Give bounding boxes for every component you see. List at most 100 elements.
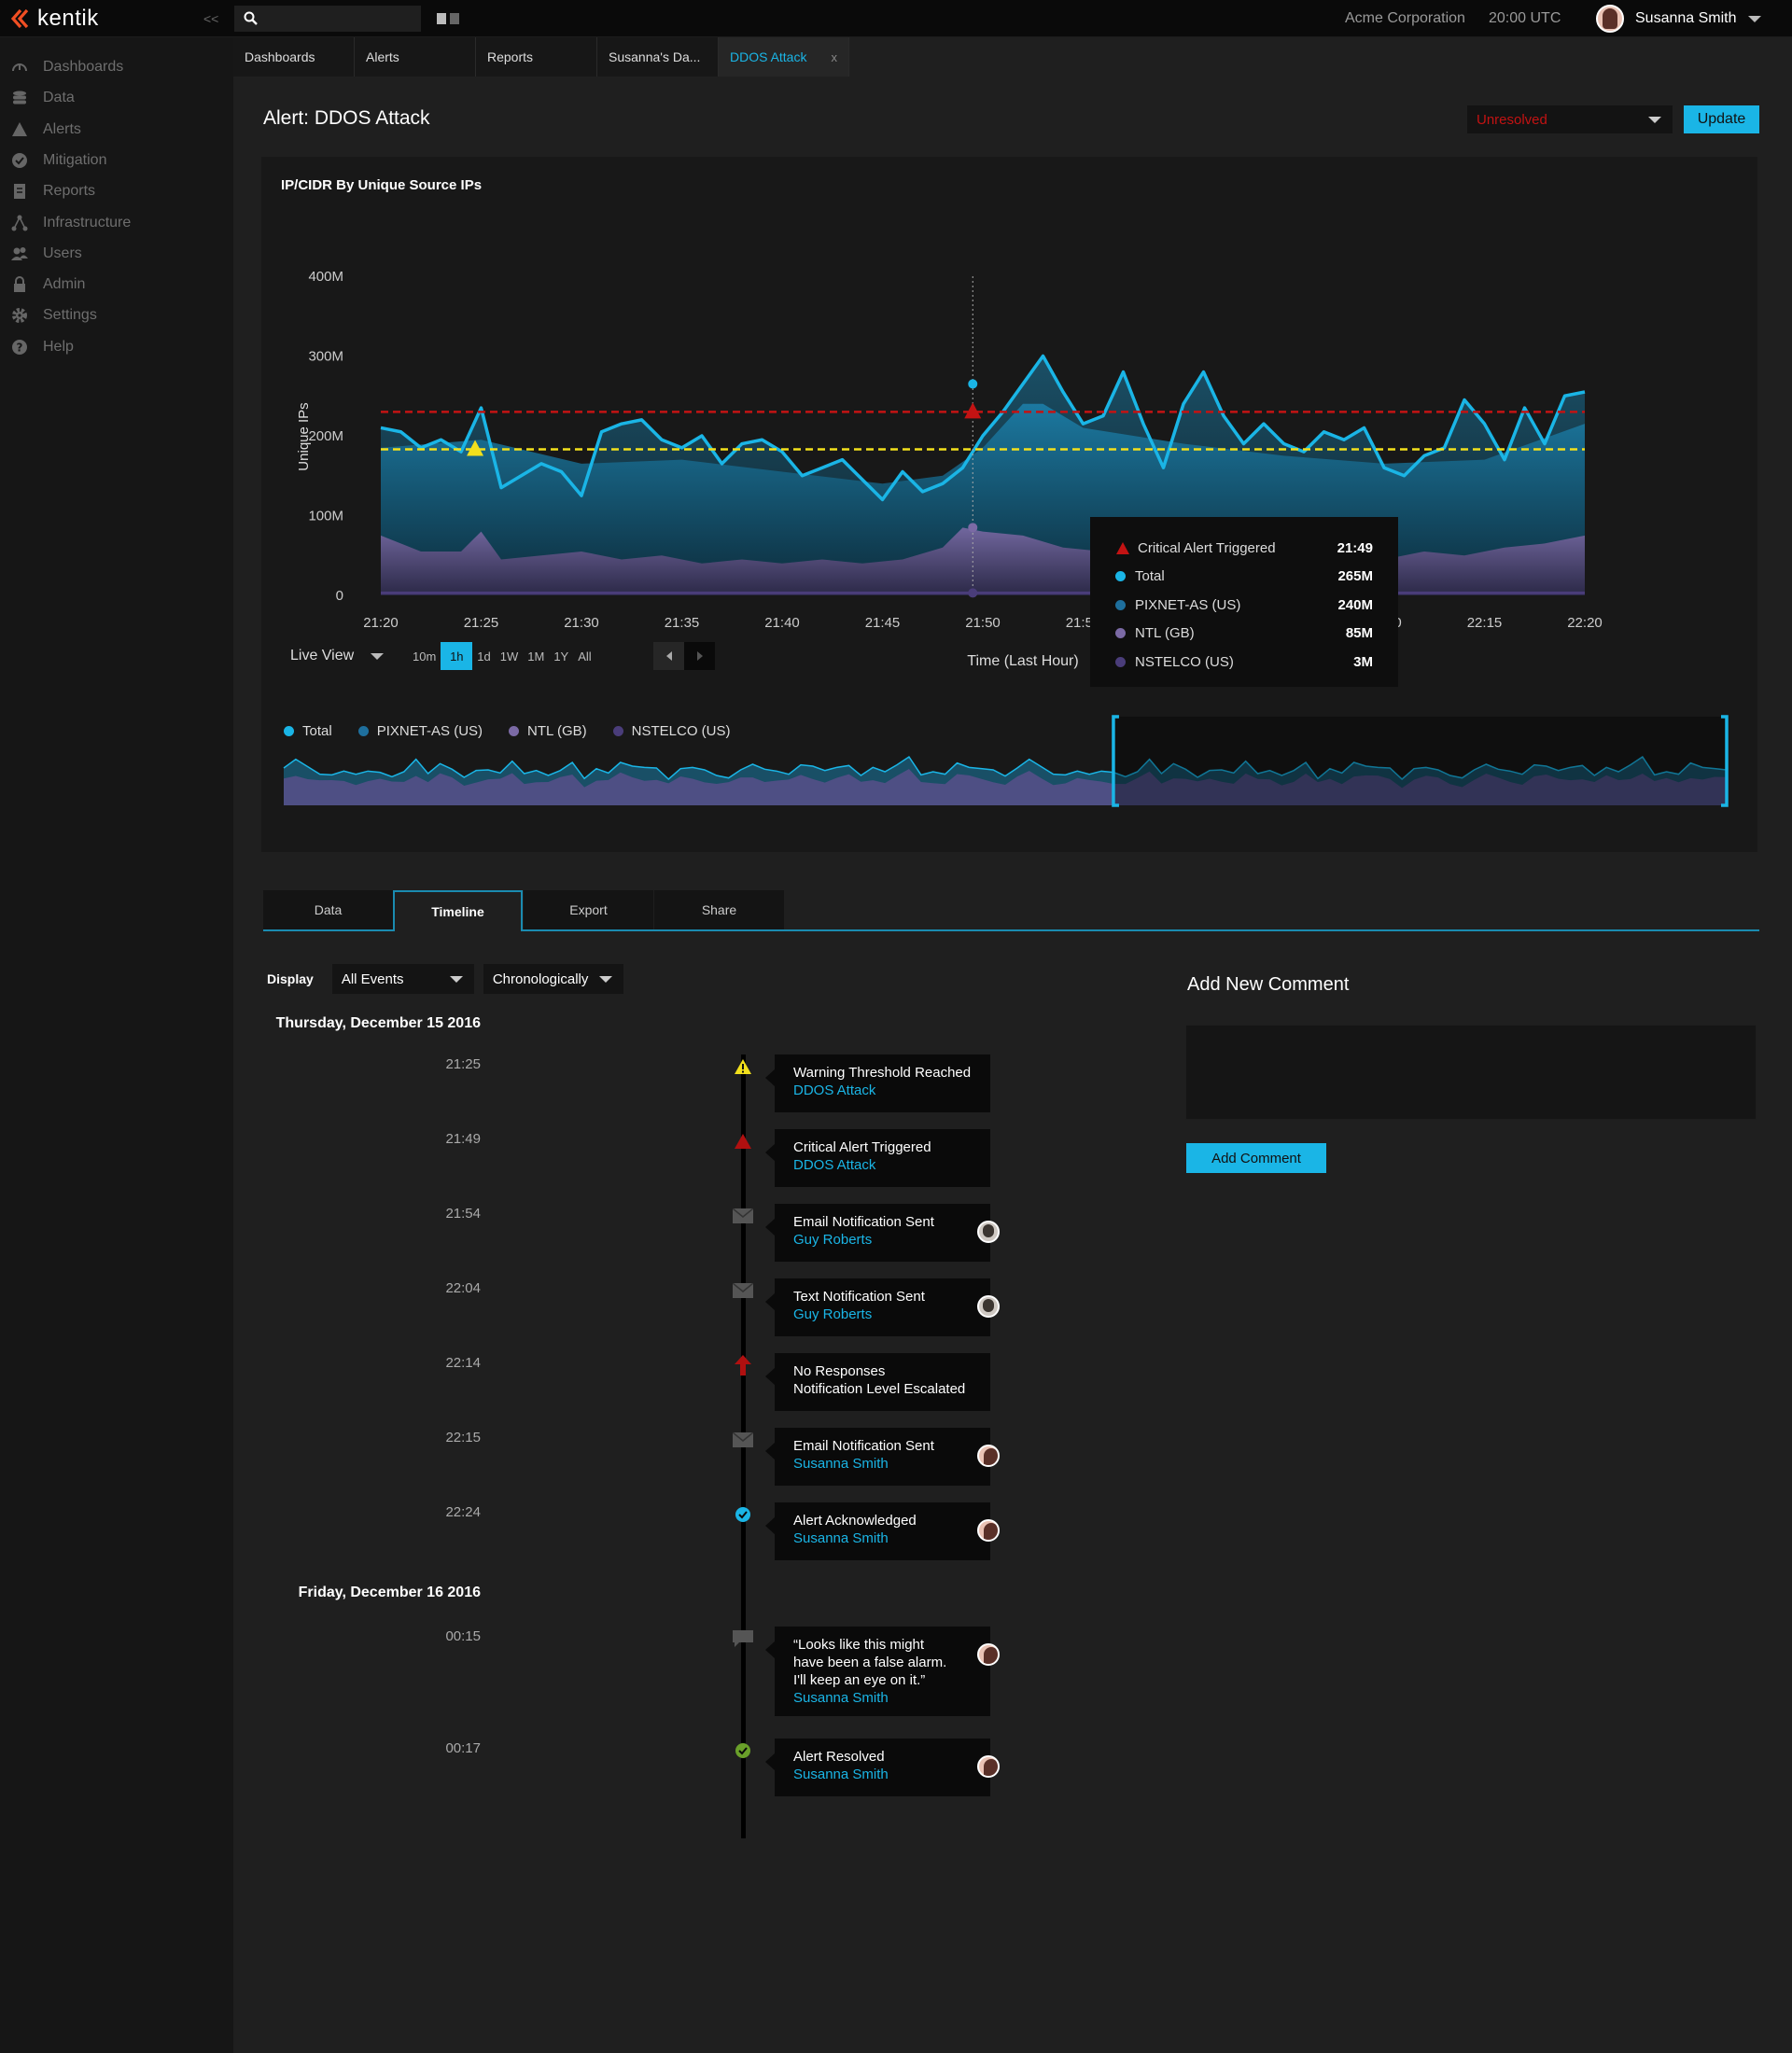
unique-ips-chart[interactable]: 0 100M 200M 300M 400M Unique IPs 21:20 21:25 21:… bbox=[261, 157, 1757, 852]
legend-item[interactable]: Total bbox=[284, 723, 332, 739]
series-dot-icon bbox=[1115, 571, 1126, 582]
timeline-event[interactable]: “Looks like this might have been a false … bbox=[765, 1627, 990, 1716]
tooltip-row: NTL (GB) 85M bbox=[1090, 620, 1398, 649]
search-icon bbox=[244, 11, 258, 25]
range-10m[interactable]: 10m bbox=[408, 642, 441, 670]
gear-icon bbox=[11, 307, 28, 324]
range-1h[interactable]: 1h bbox=[441, 642, 473, 670]
chevron-down-icon bbox=[371, 652, 385, 660]
legend-item[interactable]: NTL (GB) bbox=[509, 723, 587, 739]
event-subtitle[interactable]: Guy Roberts bbox=[793, 1306, 990, 1323]
event-subtitle[interactable]: Susanna Smith bbox=[793, 1529, 990, 1547]
chart-controls: Live View 10m 1h 1d 1W 1M 1Y All bbox=[290, 642, 757, 670]
timeline-event[interactable]: Text Notification Sent Guy Roberts bbox=[765, 1278, 990, 1336]
live-view-label: Live View bbox=[290, 648, 355, 663]
tab-dashboards[interactable]: Dashboards bbox=[233, 37, 355, 77]
chevron-down-icon bbox=[1648, 117, 1661, 123]
prev-arrow-icon[interactable] bbox=[653, 642, 684, 670]
live-view-dropdown[interactable]: Live View bbox=[290, 648, 385, 664]
report-icon bbox=[11, 183, 28, 200]
critical-marker-icon[interactable] bbox=[964, 402, 982, 419]
sidebar-item-reports[interactable]: Reports bbox=[11, 180, 95, 203]
event-subtitle[interactable]: DDOS Attack bbox=[793, 1156, 990, 1174]
event-subtitle[interactable]: Susanna Smith bbox=[793, 1689, 990, 1707]
sidebar-item-help[interactable]: ? Help bbox=[11, 336, 74, 358]
sidebar-item-data[interactable]: Data bbox=[11, 87, 75, 109]
sidebar-item-mitigation[interactable]: Mitigation bbox=[11, 149, 106, 172]
x-tick-label: 21:30 bbox=[564, 615, 599, 631]
tab-alerts[interactable]: Alerts bbox=[355, 37, 476, 77]
help-icon: ? bbox=[11, 339, 28, 356]
update-button[interactable]: Update bbox=[1684, 105, 1759, 133]
sidebar-item-settings[interactable]: Settings bbox=[11, 304, 97, 327]
tab-susanna-s-da-[interactable]: Susanna's Da... bbox=[597, 37, 719, 77]
svg-text:?: ? bbox=[17, 341, 23, 354]
timeline-event[interactable]: Email Notification Sent Guy Roberts bbox=[765, 1204, 990, 1262]
range-1m[interactable]: 1M bbox=[523, 642, 549, 670]
close-icon[interactable]: x bbox=[832, 50, 838, 64]
range-1y[interactable]: 1Y bbox=[549, 642, 573, 670]
range-1d[interactable]: 1d bbox=[472, 642, 495, 670]
tooltip-row: NSTELCO (US) 3M bbox=[1090, 648, 1398, 677]
user-avatar bbox=[977, 1221, 1000, 1243]
timeline-event[interactable]: Alert Acknowledged Susanna Smith bbox=[765, 1502, 990, 1560]
tab-reports[interactable]: Reports bbox=[476, 37, 597, 77]
comment-title: Add New Comment bbox=[1187, 974, 1350, 995]
sidebar-item-alerts[interactable]: Alerts bbox=[11, 119, 81, 141]
sidebar-item-dashboards[interactable]: Dashboards bbox=[11, 56, 123, 78]
timeline-event[interactable]: Alert Resolved Susanna Smith bbox=[765, 1739, 990, 1796]
timeline-date-header: Friday, December 16 2016 bbox=[298, 1585, 481, 1600]
event-filter-dropdown[interactable]: All Events bbox=[331, 964, 474, 994]
event-subtitle[interactable]: Susanna Smith bbox=[793, 1455, 990, 1473]
tooltip-row: PIXNET-AS (US) 240M bbox=[1090, 591, 1398, 620]
tab-export[interactable]: Export bbox=[524, 890, 653, 929]
check-circle-icon bbox=[11, 152, 28, 169]
event-subtitle[interactable]: DDOS Attack bbox=[793, 1082, 990, 1099]
next-arrow-icon[interactable] bbox=[684, 642, 715, 670]
tab-share[interactable]: Share bbox=[654, 890, 784, 929]
tab-ddos-attack[interactable]: DDOS Attack x bbox=[719, 37, 849, 77]
legend-item[interactable]: NSTELCO (US) bbox=[612, 723, 731, 739]
timeline-event[interactable]: Warning Threshold Reached DDOS Attack bbox=[765, 1054, 990, 1112]
range-all[interactable]: All bbox=[573, 642, 595, 670]
status-value: Unresolved bbox=[1477, 111, 1547, 128]
sidebar-item-label: Mitigation bbox=[43, 151, 107, 168]
timeline-event[interactable]: No Responses Notification Level Escalated bbox=[765, 1353, 990, 1411]
timeline-event[interactable]: Email Notification Sent Susanna Smith bbox=[765, 1428, 990, 1486]
event-subtitle[interactable]: Susanna Smith bbox=[793, 1766, 990, 1783]
legend-item[interactable]: PIXNET-AS (US) bbox=[357, 723, 483, 739]
comment-textarea[interactable] bbox=[1185, 1025, 1757, 1120]
tab-label: Susanna's Da... bbox=[609, 49, 701, 64]
add-comment-button[interactable]: Add Comment bbox=[1186, 1143, 1326, 1173]
tab-timeline[interactable]: Timeline bbox=[393, 890, 523, 931]
order-value: Chronologically bbox=[492, 971, 589, 987]
org-name[interactable]: Acme Corporation bbox=[1345, 0, 1465, 37]
event-subtitle[interactable]: Guy Roberts bbox=[793, 1231, 990, 1249]
tab-label: DDOS Attack bbox=[730, 49, 807, 64]
critical-alert-icon bbox=[731, 1131, 755, 1152]
x-tick-label: 21:35 bbox=[665, 615, 700, 631]
user-menu[interactable]: Susanna Smith bbox=[1596, 0, 1761, 37]
x-axis-label: Time (Last Hour) bbox=[967, 653, 1078, 669]
kentik-logo[interactable]: kentik bbox=[9, 6, 99, 32]
navigator-selection[interactable] bbox=[1113, 717, 1727, 805]
order-dropdown[interactable]: Chronologically bbox=[483, 964, 623, 994]
escalate-arrow-icon bbox=[731, 1355, 755, 1376]
x-tick-label: 21:20 bbox=[363, 615, 399, 631]
legend-label: Total bbox=[302, 723, 332, 739]
sidebar-item-infrastructure[interactable]: Infrastructure bbox=[11, 212, 131, 234]
timeline-event[interactable]: Critical Alert Triggered DDOS Attack bbox=[765, 1129, 990, 1187]
tab-data[interactable]: Data bbox=[263, 890, 393, 929]
layout-toggle-icon[interactable] bbox=[437, 13, 459, 24]
search-input[interactable] bbox=[234, 6, 421, 32]
user-avatar bbox=[977, 1445, 1000, 1467]
sidebar-item-admin[interactable]: Admin bbox=[11, 273, 85, 296]
sidebar-item-users[interactable]: Users bbox=[11, 243, 82, 265]
collapse-sidebar-button[interactable]: << bbox=[203, 11, 218, 26]
sidebar-item-label: Admin bbox=[43, 276, 86, 293]
range-1w[interactable]: 1W bbox=[496, 642, 524, 670]
warning-icon bbox=[11, 121, 28, 138]
sidebar-item-label: Users bbox=[43, 244, 82, 261]
status-select[interactable]: Unresolved bbox=[1467, 105, 1673, 133]
y-axis-label: Unique IPs bbox=[296, 402, 312, 470]
